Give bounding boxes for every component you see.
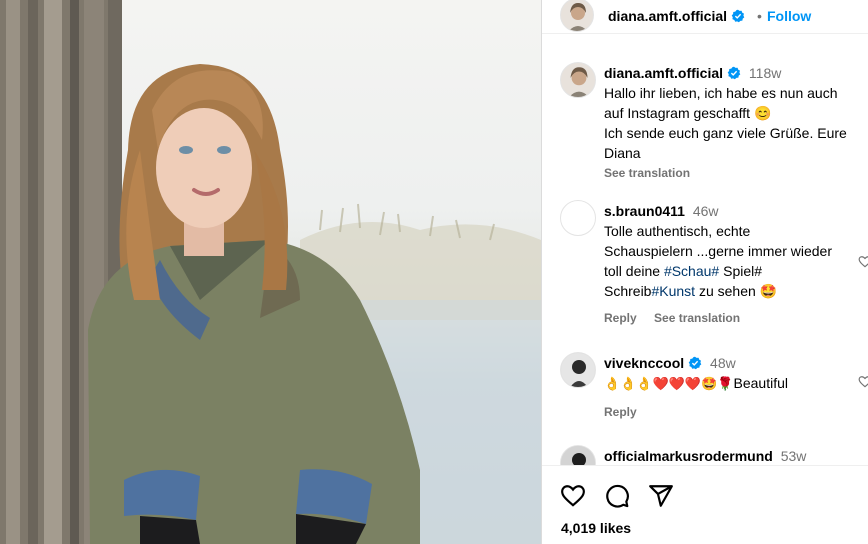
- comment-line: Schauspielern ...gerne immer wieder: [604, 243, 832, 259]
- post-side-panel: diana.amft.official • Follow diana.amft.…: [541, 0, 868, 544]
- see-translation-link[interactable]: See translation: [604, 166, 690, 180]
- comment-username[interactable]: officialmarkusrodermund: [604, 448, 773, 464]
- comment-line: toll deine #Schau# Spiel#: [604, 263, 763, 279]
- verified-badge-icon: [688, 356, 702, 370]
- comment-icon[interactable]: [604, 483, 630, 509]
- comment-line: Tolle authentisch, echte: [604, 223, 751, 239]
- author-username[interactable]: diana.amft.official: [608, 8, 745, 24]
- follow-button[interactable]: Follow: [767, 8, 811, 24]
- comments-list[interactable]: diana.amft.official 118w Hallo ihr liebe…: [542, 35, 868, 465]
- comment-like-heart-icon[interactable]: [858, 375, 868, 389]
- comment-avatar[interactable]: [560, 352, 596, 388]
- caption-line: Hallo ihr lieben, ich habe es nun auch: [604, 85, 838, 101]
- share-icon[interactable]: [648, 483, 674, 509]
- comment-meta: Reply: [604, 402, 864, 422]
- post-header: diana.amft.official • Follow: [542, 0, 868, 34]
- caption-comment: diana.amft.official 118w Hallo ihr liebe…: [604, 63, 864, 183]
- verified-badge-icon: [731, 9, 745, 23]
- comment-line: 👌👌👌❤️❤️❤️🤩🌹Beautiful: [604, 375, 788, 392]
- comment-meta: See translation: [604, 163, 864, 183]
- reply-link[interactable]: Reply: [604, 311, 637, 325]
- comment-username[interactable]: viveknccool: [604, 355, 684, 371]
- comment-time: 53w: [780, 448, 807, 464]
- comment-time: 46w: [692, 203, 719, 219]
- see-translation-link[interactable]: See translation: [654, 311, 740, 325]
- post-photo[interactable]: [0, 0, 541, 544]
- likes-count[interactable]: 4,019 likes: [561, 520, 631, 536]
- comment-avatar[interactable]: [560, 445, 596, 465]
- comment-like-heart-icon[interactable]: [858, 255, 868, 269]
- comment: officialmarkusrodermund 53w: [604, 446, 864, 465]
- photo-illustration: [0, 0, 541, 544]
- header-separator: •: [757, 8, 762, 24]
- comment-time: 48w: [710, 355, 736, 371]
- comment: viveknccool 48w 👌👌👌❤️❤️❤️🤩🌹Beautiful Rep…: [604, 353, 864, 422]
- comment-line: Schreib#Kunst zu sehen 🤩: [604, 283, 778, 299]
- caption-line: Diana: [604, 145, 641, 161]
- comment-username[interactable]: s.braun0411: [604, 203, 685, 219]
- verified-badge-icon: [727, 66, 741, 80]
- comment-avatar[interactable]: [560, 200, 596, 236]
- hashtag-link[interactable]: #Schau#: [664, 263, 719, 279]
- caption-avatar[interactable]: [560, 62, 596, 98]
- comment-meta: Reply See translation: [604, 308, 864, 328]
- heart-icon[interactable]: [560, 483, 586, 509]
- comment: s.braun0411 46w Tolle authentisch, echte…: [604, 201, 864, 328]
- caption-line: Ich sende euch ganz viele Grüße. Eure: [604, 125, 847, 141]
- post-actions: 4,019 likes: [542, 465, 868, 544]
- caption-line: auf Instagram geschafft 😊: [604, 105, 772, 121]
- hashtag-link[interactable]: #Kunst: [651, 283, 695, 299]
- author-avatar[interactable]: [560, 0, 594, 32]
- reply-link[interactable]: Reply: [604, 405, 637, 419]
- comment-username[interactable]: diana.amft.official: [604, 65, 723, 81]
- comment-time: 118w: [748, 65, 782, 81]
